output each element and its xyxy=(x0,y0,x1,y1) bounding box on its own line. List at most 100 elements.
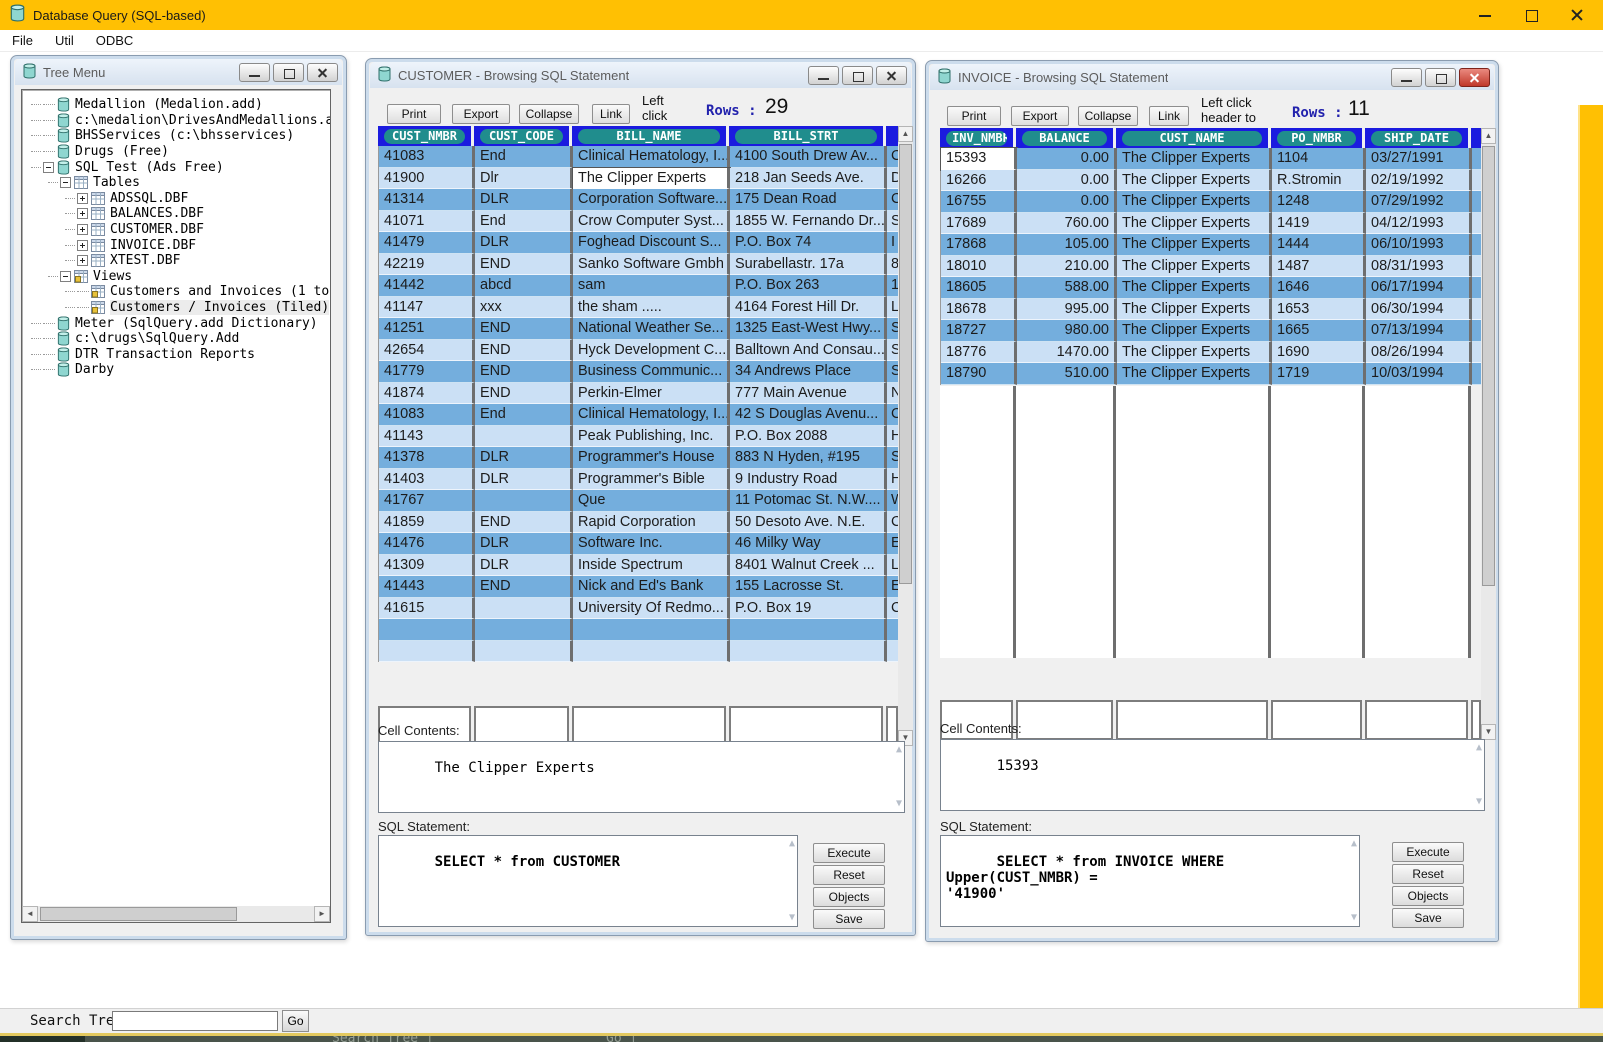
table-cell[interactable]: 02/19/1992 xyxy=(1366,170,1472,192)
table-cell[interactable]: 175 Dean Road xyxy=(730,189,887,211)
scroll-down-icon[interactable]: ▼ xyxy=(789,913,795,923)
table-cell[interactable]: 41479 xyxy=(379,232,475,254)
go-button[interactable]: Go xyxy=(282,1010,309,1032)
table-cell[interactable]: 15393 xyxy=(941,148,1017,170)
table-cell[interactable]: END xyxy=(475,512,573,534)
table-cell[interactable]: abcd xyxy=(475,275,573,297)
table-cell[interactable]: 1665 xyxy=(1272,320,1366,342)
table-cell[interactable]: The Clipper Experts xyxy=(1117,320,1272,342)
table-cell[interactable]: P.O. Box 2088 xyxy=(730,426,887,448)
table-cell[interactable]: 18678 xyxy=(941,299,1017,321)
close-button[interactable] xyxy=(1459,68,1490,87)
table-cell[interactable]: 1855 W. Fernando Dr... xyxy=(730,211,887,233)
table-cell[interactable]: 0.00 xyxy=(1017,148,1117,170)
table-cell[interactable]: 08/26/1994 xyxy=(1366,342,1472,364)
table-cell[interactable]: 105.00 xyxy=(1017,234,1117,256)
table-cell[interactable]: 1325 East-West Hwy... xyxy=(730,318,887,340)
table-cell[interactable] xyxy=(475,490,573,512)
table-cell[interactable]: The Clipper Experts xyxy=(1117,256,1272,278)
table-cell[interactable]: 1419 xyxy=(1272,213,1366,235)
table-cell[interactable]: End xyxy=(475,146,573,168)
reset-button[interactable]: Reset xyxy=(1392,864,1464,884)
tree-item[interactable]: Views xyxy=(27,269,330,285)
close-button[interactable] xyxy=(876,66,907,85)
table-cell[interactable]: 41309 xyxy=(379,555,475,577)
table-cell[interactable]: Business Communic... xyxy=(573,361,730,383)
save-button[interactable]: Save xyxy=(1392,908,1464,928)
footer-cell[interactable] xyxy=(572,706,726,746)
table-cell[interactable]: Sanko Software Gmbh xyxy=(573,254,730,276)
export-button[interactable]: Export xyxy=(1011,106,1069,126)
table-cell[interactable]: 41779 xyxy=(379,361,475,383)
table-cell[interactable]: Software Inc. xyxy=(573,533,730,555)
footer-cell[interactable] xyxy=(1116,700,1268,740)
column-header[interactable]: BALANCE xyxy=(1016,128,1113,148)
collapse-minus-icon[interactable] xyxy=(60,177,71,188)
sql-statement-box[interactable]: SELECT * from CUSTOMER ▲ ▼ xyxy=(378,835,798,927)
column-header[interactable]: BILL_STRT xyxy=(729,126,883,146)
app-titlebar[interactable]: Database Query (SQL-based) xyxy=(0,0,1603,30)
customer-window-titlebar[interactable]: CUSTOMER - Browsing SQL Statement xyxy=(370,62,911,88)
table-cell[interactable]: Programmer's House xyxy=(573,447,730,469)
table-cell[interactable]: Corporation Software... xyxy=(573,189,730,211)
table-cell[interactable]: The Clipper Experts xyxy=(1117,277,1272,299)
objects-button[interactable]: Objects xyxy=(1392,886,1464,906)
table-cell[interactable]: DLR xyxy=(475,447,573,469)
table-cell[interactable]: Surabellastr. 17a xyxy=(730,254,887,276)
tree-item[interactable]: Darby xyxy=(27,362,330,378)
table-cell[interactable]: END xyxy=(475,361,573,383)
table-cell[interactable]: The Clipper Experts xyxy=(1117,299,1272,321)
reset-button[interactable]: Reset xyxy=(813,865,885,885)
print-button[interactable]: Print xyxy=(947,106,1001,126)
tree-item[interactable]: BHSServices (c:\bhsservices) xyxy=(27,128,330,144)
scroll-up-icon[interactable]: ▲ xyxy=(896,745,902,755)
table-cell[interactable]: Balltown And Consau... xyxy=(730,340,887,362)
table-cell[interactable]: 03/27/1991 xyxy=(1366,148,1472,170)
table-cell[interactable]: 41767 xyxy=(379,490,475,512)
scroll-down-icon[interactable]: ▼ xyxy=(1481,724,1496,740)
table-cell[interactable]: Nick and Ed's Bank xyxy=(573,576,730,598)
tree-window-titlebar[interactable]: Tree Menu xyxy=(15,59,342,85)
table-cell[interactable] xyxy=(730,641,887,663)
tree-item[interactable]: c:\medalion\DrivesAndMedallions.ad xyxy=(27,113,330,129)
tree-item[interactable]: c:\drugs\SqlQuery.Add xyxy=(27,331,330,347)
table-cell[interactable]: Crow Computer Syst... xyxy=(573,211,730,233)
tree-item[interactable]: Meter (SqlQuery.add Dictionary) xyxy=(27,315,330,331)
footer-cell[interactable] xyxy=(729,706,883,746)
column-header[interactable]: BILL_NAME xyxy=(572,126,726,146)
table-cell[interactable]: 4100 South Drew Av... xyxy=(730,146,887,168)
scroll-down-icon[interactable]: ▼ xyxy=(896,799,902,809)
table-cell[interactable]: Que xyxy=(573,490,730,512)
column-header[interactable]: CUST_NAME xyxy=(1116,128,1268,148)
scrollbar-thumb[interactable] xyxy=(1482,146,1495,586)
table-cell[interactable]: 08/31/1993 xyxy=(1366,256,1472,278)
table-cell[interactable]: 41476 xyxy=(379,533,475,555)
scroll-right-icon[interactable]: ► xyxy=(314,906,330,922)
table-cell[interactable]: The Clipper Experts xyxy=(573,168,730,190)
table-cell[interactable]: 16266 xyxy=(941,170,1017,192)
table-cell[interactable]: 1444 xyxy=(1272,234,1366,256)
tree-item[interactable]: Tables xyxy=(27,175,330,191)
table-cell[interactable]: The Clipper Experts xyxy=(1117,342,1272,364)
scroll-up-icon[interactable]: ▲ xyxy=(789,839,795,849)
footer-cell[interactable] xyxy=(1271,700,1362,740)
save-button[interactable]: Save xyxy=(813,909,885,929)
table-cell[interactable]: Foghead Discount S... xyxy=(573,232,730,254)
table-cell[interactable]: 980.00 xyxy=(1017,320,1117,342)
table-cell[interactable]: 41143 xyxy=(379,426,475,448)
column-header[interactable]: SHIP_DATE xyxy=(1365,128,1468,148)
cell-contents-box[interactable]: The Clipper Experts ▲ ▼ xyxy=(378,741,905,813)
scrollbar-thumb[interactable] xyxy=(899,144,912,584)
vertical-scrollbar[interactable]: ▲▼ xyxy=(898,126,913,746)
table-cell[interactable]: 07/29/1992 xyxy=(1366,191,1472,213)
link-button[interactable]: Link xyxy=(1149,106,1189,126)
table-cell[interactable]: 42654 xyxy=(379,340,475,362)
table-cell[interactable]: 07/13/1994 xyxy=(1366,320,1472,342)
table-cell[interactable]: 4164 Forest Hill Dr. xyxy=(730,297,887,319)
table-cell[interactable]: University Of Redmo... xyxy=(573,598,730,620)
table-cell[interactable]: 777 Main Avenue xyxy=(730,383,887,405)
footer-cell[interactable] xyxy=(1016,700,1113,740)
scroll-up-icon[interactable]: ▲ xyxy=(1476,743,1482,753)
maximize-button[interactable] xyxy=(1425,68,1456,87)
table-cell[interactable]: END xyxy=(475,340,573,362)
